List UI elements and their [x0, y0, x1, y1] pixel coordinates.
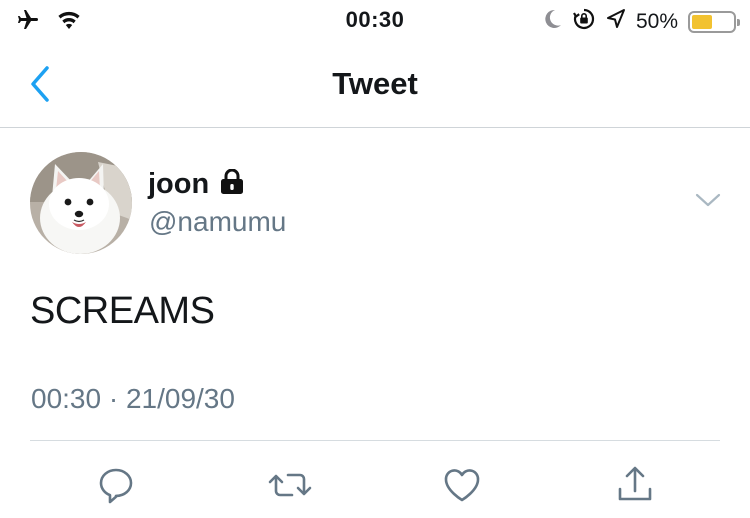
status-bar: 00:30 50%	[0, 0, 750, 40]
retweet-icon	[268, 473, 312, 497]
share-icon	[618, 466, 652, 501]
tweet-text: SCREAMS	[30, 290, 215, 332]
page-title: Tweet	[332, 66, 418, 101]
tweet-more-button[interactable]	[694, 190, 722, 210]
retweet-button[interactable]	[268, 463, 312, 507]
tweet-timestamp: 00:30 · 21/09/30	[31, 383, 235, 414]
share-button[interactable]	[613, 463, 657, 507]
reply-icon	[99, 468, 133, 504]
nav-bar: Tweet	[0, 40, 750, 128]
chevron-down-icon	[695, 193, 721, 207]
status-right: 50%	[542, 7, 740, 36]
display-name-row: joon	[148, 168, 245, 201]
user-handle[interactable]: @namumu	[149, 206, 286, 238]
location-icon	[606, 8, 626, 35]
lock-icon	[219, 168, 245, 200]
like-button[interactable]	[440, 463, 484, 507]
avatar[interactable]	[30, 152, 132, 254]
display-name[interactable]: joon	[148, 168, 209, 201]
battery-nub	[737, 18, 740, 26]
like-icon	[444, 469, 480, 502]
reply-button[interactable]	[94, 463, 138, 507]
battery-percent: 50%	[635, 9, 678, 33]
moon-icon	[542, 8, 562, 35]
divider	[30, 440, 720, 441]
orientation-lock-icon	[572, 7, 596, 36]
battery-level	[692, 14, 712, 29]
battery-icon	[688, 10, 740, 33]
